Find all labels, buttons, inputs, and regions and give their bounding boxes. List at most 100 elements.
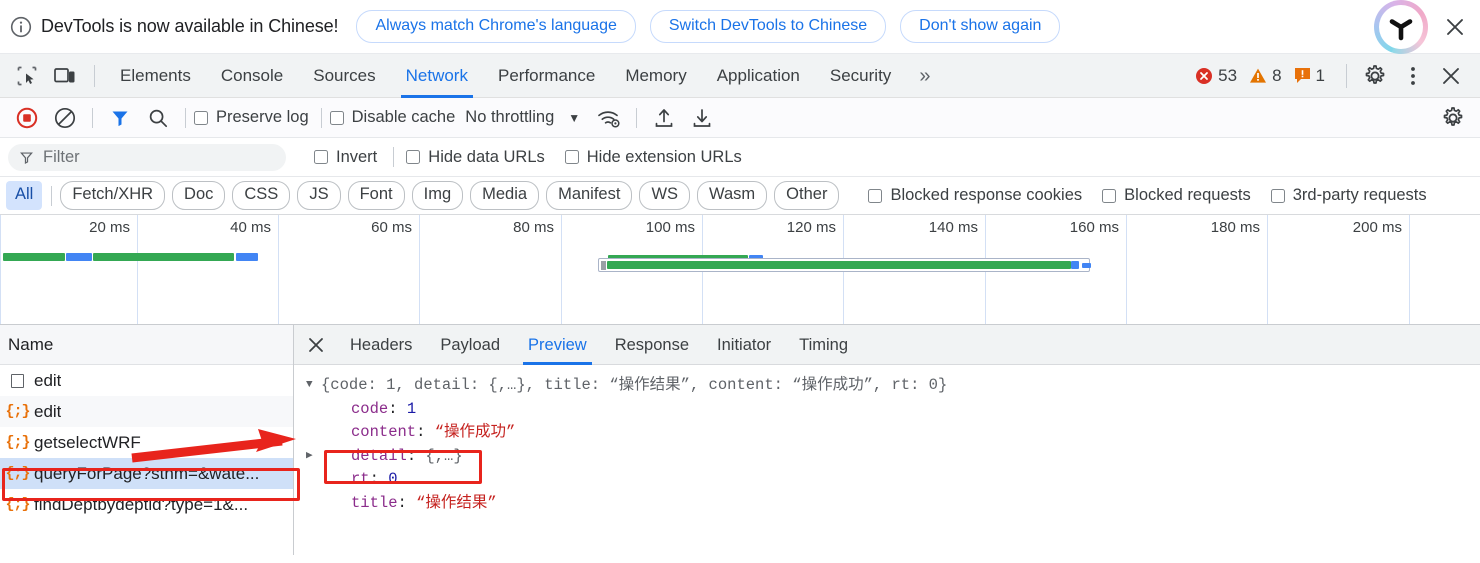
preserve-log-label: Preserve log <box>216 108 309 126</box>
profile-avatar-logo[interactable] <box>1374 0 1428 54</box>
close-icon[interactable] <box>1442 14 1468 40</box>
language-banner: DevTools is now available in Chinese! Al… <box>0 0 1480 54</box>
request-row-edit-doc[interactable]: edit <box>0 365 293 396</box>
blocked-response-cookies-label: Blocked response cookies <box>890 186 1083 204</box>
tab-sources[interactable]: Sources <box>298 54 390 98</box>
column-header-name[interactable]: Name <box>0 325 293 365</box>
hide-data-urls-label: Hide data URLs <box>428 147 545 166</box>
json-row-rt[interactable]: rt: 0 <box>306 468 1480 492</box>
tab-headers[interactable]: Headers <box>336 325 426 365</box>
device-toolbar-icon[interactable] <box>51 62 79 90</box>
third-party-requests-checkbox[interactable]: 3rd-party requests <box>1270 186 1427 205</box>
blocked-requests-checkbox[interactable]: Blocked requests <box>1102 186 1251 205</box>
request-name: queryForPage?stnm=&wate... <box>34 463 260 483</box>
json-row-content[interactable]: content: “操作成功” <box>306 421 1480 445</box>
checkbox-box <box>406 150 421 164</box>
tab-response[interactable]: Response <box>601 325 703 365</box>
checkbox-box <box>194 110 208 125</box>
import-har-icon[interactable] <box>649 103 679 133</box>
chip-media[interactable]: Media <box>470 181 540 210</box>
chip-ws[interactable]: WS <box>639 181 691 210</box>
issue-counter[interactable]: 1 <box>1294 66 1325 86</box>
filter-funnel-icon[interactable] <box>105 103 135 133</box>
json-value: “操作成功” <box>434 423 516 441</box>
preserve-log-checkbox[interactable]: Preserve log <box>194 108 309 127</box>
warning-counter[interactable]: 8 <box>1249 66 1282 86</box>
chip-fetch-xhr[interactable]: Fetch/XHR <box>60 181 166 210</box>
error-counter[interactable]: 53 <box>1195 66 1237 86</box>
hide-data-urls-checkbox[interactable]: Hide data URLs <box>406 147 545 167</box>
json-row-title[interactable]: title: “操作结果” <box>306 492 1480 516</box>
chip-doc[interactable]: Doc <box>172 181 226 210</box>
invert-checkbox[interactable]: Invert <box>314 148 377 167</box>
dont-show-again-button[interactable]: Don't show again <box>900 10 1061 43</box>
overview-request-bar <box>3 253 65 261</box>
tabbar-divider-2 <box>1346 63 1347 88</box>
collapse-triangle-icon[interactable]: ▶ <box>306 445 321 469</box>
chevron-down-icon[interactable]: ▼ <box>568 111 580 125</box>
disable-cache-checkbox[interactable]: Disable cache <box>329 108 455 127</box>
error-icon <box>1196 67 1213 84</box>
record-stop-icon[interactable] <box>12 103 42 133</box>
json-value: “操作结果” <box>416 493 497 512</box>
request-row-finddeptbydeptid[interactable]: {;} findDeptbydeptid?type=1&... <box>0 489 293 520</box>
tab-memory[interactable]: Memory <box>610 54 701 98</box>
request-row-edit-json[interactable]: {;} edit <box>0 396 293 427</box>
hide-extension-urls-checkbox[interactable]: Hide extension URLs <box>564 148 742 167</box>
tab-network[interactable]: Network <box>391 54 483 98</box>
tab-performance[interactable]: Performance <box>483 54 610 98</box>
warning-icon <box>1250 68 1267 83</box>
chip-manifest[interactable]: Manifest <box>546 181 633 210</box>
tab-initiator[interactable]: Initiator <box>703 325 785 365</box>
json-row-detail[interactable]: ▶ detail: {,…} <box>306 445 1480 469</box>
throttling-select[interactable]: No throttling <box>465 108 554 127</box>
search-icon[interactable] <box>143 103 173 133</box>
json-row-code[interactable]: code: 1 <box>306 398 1480 422</box>
tab-console[interactable]: Console <box>206 54 298 98</box>
clear-network-log-icon[interactable] <box>50 103 80 133</box>
tab-timing[interactable]: Timing <box>785 325 862 365</box>
request-row-queryforpage[interactable]: {;} queryForPage?stnm=&wate... <box>0 458 293 489</box>
tab-payload[interactable]: Payload <box>426 325 514 365</box>
toolbar-divider-2 <box>185 107 186 128</box>
resource-type-filter-row: All Fetch/XHR Doc CSS JS Font Img Media … <box>0 177 1480 215</box>
json-root-row[interactable]: ▼ {code: 1, detail: {,…}, title: “操作结果”,… <box>306 374 1480 398</box>
gear-icon[interactable] <box>1361 62 1389 90</box>
tab-security[interactable]: Security <box>815 54 906 98</box>
json-icon: {;} <box>5 465 31 482</box>
switch-devtools-chinese-button[interactable]: Switch DevTools to Chinese <box>649 10 887 43</box>
tab-elements[interactable]: Elements <box>105 54 206 98</box>
request-row-getselectwrf[interactable]: {;} getselectWRF <box>0 427 293 458</box>
chip-img[interactable]: Img <box>411 181 464 210</box>
chip-font[interactable]: Font <box>347 181 405 210</box>
chip-css[interactable]: CSS <box>232 181 291 210</box>
chip-wasm[interactable]: Wasm <box>697 181 768 210</box>
json-icon: {;} <box>5 496 31 513</box>
more-tabs-button[interactable]: » <box>906 54 943 98</box>
chip-all[interactable]: All <box>6 181 43 210</box>
network-overview-timeline[interactable]: 20 ms 40 ms 60 ms 80 ms 100 ms 120 ms 14… <box>0 215 1480 325</box>
expand-triangle-icon[interactable]: ▼ <box>306 374 321 398</box>
always-match-language-button[interactable]: Always match Chrome's language <box>356 10 636 43</box>
overview-tick: 140 ms <box>928 219 978 236</box>
close-devtools-icon[interactable] <box>1437 62 1465 90</box>
json-icon: {;} <box>5 403 31 420</box>
gear-icon[interactable] <box>1438 103 1468 133</box>
blocked-response-cookies-checkbox[interactable]: Blocked response cookies <box>868 186 1082 205</box>
overview-tick: 160 ms <box>1069 219 1119 236</box>
invert-label: Invert <box>336 147 378 166</box>
inspect-element-icon[interactable] <box>13 62 41 90</box>
overview-request-bar <box>601 261 606 270</box>
export-har-icon[interactable] <box>687 103 717 133</box>
devtools-tabbar: Elements Console Sources Network Perform… <box>0 54 1480 98</box>
chip-other[interactable]: Other <box>774 181 840 210</box>
kebab-menu-icon[interactable] <box>1399 62 1427 90</box>
json-key: detail <box>351 446 407 465</box>
third-party-requests-label: 3rd-party requests <box>1292 186 1427 204</box>
tab-application[interactable]: Application <box>702 54 815 98</box>
tab-preview[interactable]: Preview <box>514 325 601 365</box>
close-icon[interactable] <box>300 329 332 361</box>
search-input[interactable]: Filter <box>8 143 286 171</box>
wifi-settings-icon[interactable] <box>594 103 624 133</box>
chip-js[interactable]: JS <box>297 181 341 210</box>
